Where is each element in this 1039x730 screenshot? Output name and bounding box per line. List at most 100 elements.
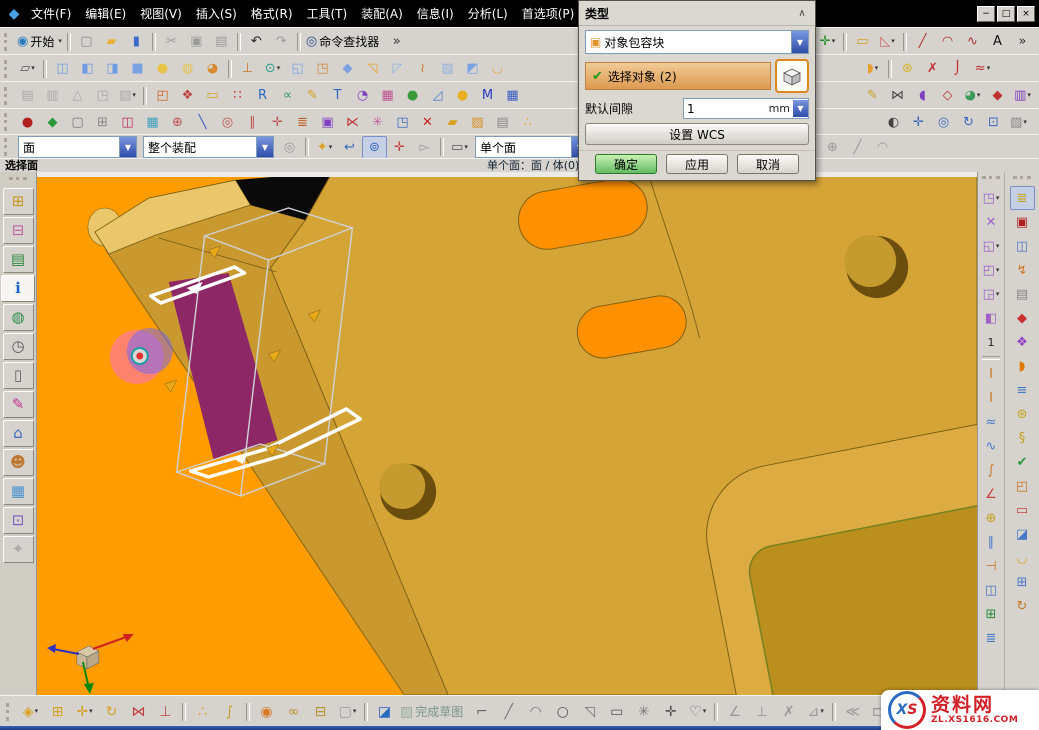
wireframe-icon[interactable]: ▧▾ (1006, 111, 1031, 134)
selection-scope-arrow[interactable]: ▼ (256, 137, 273, 157)
ref-set-icon[interactable]: ▢▾ (334, 699, 361, 724)
dim-flat-icon[interactable]: ≈ (979, 410, 1004, 434)
wand-tab[interactable]: ✦ (3, 536, 34, 563)
zoom-icon[interactable]: ◎ (931, 111, 956, 134)
stack-icon[interactable]: ▤ (490, 111, 515, 134)
redo-icon[interactable]: ↷ (269, 30, 294, 53)
sketch-icon[interactable]: ▱▾ (15, 57, 40, 80)
blob-icon[interactable]: ● (450, 84, 475, 107)
curve-s-icon-caret[interactable]: ▾ (987, 65, 991, 72)
measure-ruler-icon[interactable]: ▭ (850, 30, 875, 53)
cross-grid-icon[interactable]: ✛ (265, 111, 290, 134)
document-tab[interactable]: ▯ (3, 362, 34, 389)
copy-icon[interactable]: ▣ (184, 30, 209, 53)
cancel-button[interactable]: 取消 (737, 154, 799, 174)
constraint-perp-icon[interactable]: ⊥ (748, 699, 775, 724)
shell-icon[interactable]: ◹ (360, 57, 385, 80)
unit-dropdown-arrow[interactable]: ▼ (793, 100, 808, 117)
cut-icon[interactable]: ✂ (159, 30, 184, 53)
boss-icon-caret[interactable]: ▾ (277, 65, 281, 72)
group-folder-icon[interactable]: ▰ (440, 111, 465, 134)
emboss-icon[interactable]: ◩ (460, 57, 485, 80)
mate-icon[interactable]: ◫ (115, 111, 140, 134)
palette-icon[interactable]: ▦ (140, 111, 165, 134)
web-browser-tab[interactable]: ⌂ (3, 420, 34, 447)
constraint-navigator-tab[interactable]: ⊟ (3, 217, 34, 244)
menu-item-0[interactable]: 文件(F) (24, 3, 78, 24)
book-icon-caret[interactable]: ▾ (1027, 92, 1031, 99)
parallel-icon[interactable]: ∥ (240, 111, 265, 134)
move-component-icon[interactable]: ↻ (98, 699, 125, 724)
toolbar-grip[interactable] (1013, 176, 1031, 184)
intersect-icon[interactable]: ◆ (335, 57, 360, 80)
constraint-x-icon[interactable]: ✗ (775, 699, 802, 724)
green-diamond-icon[interactable]: ◆ (40, 111, 65, 134)
fold-icon[interactable]: ◰ (1010, 474, 1035, 498)
curve-x-icon[interactable]: ✗ (920, 57, 945, 80)
pads-icon[interactable]: ≣ (1010, 186, 1035, 210)
broom-icon[interactable]: ▨ (465, 111, 490, 134)
menu-item-1[interactable]: 编辑(E) (78, 3, 133, 24)
orange-claw-icon[interactable]: ↻ (1010, 594, 1035, 618)
m-box-icon[interactable]: ▣ (315, 111, 340, 134)
purple-band-icon[interactable]: ◖ (910, 84, 935, 107)
start-button-caret[interactable]: ▾ (58, 38, 62, 45)
pattern-component-icon[interactable]: ∴ (189, 699, 216, 724)
offset-region-icon-caret[interactable]: ▾ (996, 243, 1000, 250)
dots2-icon[interactable]: ∴ (515, 111, 540, 134)
sheet-feature-icon-caret[interactable]: ▾ (875, 65, 879, 72)
window-tab[interactable]: ⊡ (3, 507, 34, 534)
gray-arc-icon[interactable]: ◠ (870, 136, 895, 159)
spline-sketch-icon-caret[interactable]: ▾ (703, 708, 707, 715)
reuse-library-tab[interactable]: ◍ (3, 304, 34, 331)
wireframe-icon-caret[interactable]: ▾ (1023, 119, 1027, 126)
resize-face-icon-caret[interactable]: ▾ (996, 291, 1000, 298)
drafting-icon-3[interactable]: △ (65, 84, 90, 107)
measure-length-icon[interactable]: ▭ (200, 84, 225, 107)
finish-sketch-icon[interactable]: ▨完成草图 (398, 699, 468, 724)
circle-sketch-icon[interactable]: ○ (549, 699, 576, 724)
line-sketch-icon[interactable]: ╱ (495, 699, 522, 724)
grid-color-icon[interactable]: ▦ (375, 84, 400, 107)
point-on-face-icon[interactable]: ✛ (387, 136, 412, 159)
measure-body-icon[interactable]: ∝ (275, 84, 300, 107)
coin-check-icon[interactable]: ⊛ (1010, 402, 1035, 426)
viewport-scene[interactable] (37, 172, 977, 695)
delete-icon[interactable]: ✕ (415, 111, 440, 134)
dim-curve-icon[interactable]: ∿ (979, 434, 1004, 458)
close-button[interactable]: × (1017, 6, 1035, 22)
red-diamond-icon[interactable]: ◆ (985, 84, 1010, 107)
history-tab[interactable]: ◷ (3, 333, 34, 360)
line-tool-icon[interactable]: ╱ (910, 30, 935, 53)
patch-icon[interactable]: ▧ (435, 57, 460, 80)
dim-link-icon[interactable]: ∫ (979, 458, 1004, 482)
pull-face-icon[interactable]: ✕ (979, 210, 1004, 234)
dim-box-icon[interactable]: ◫ (979, 578, 1004, 602)
type-filter-dropdown[interactable]: 面 ▼ (18, 136, 137, 158)
menu-item-5[interactable]: 工具(T) (300, 3, 355, 24)
calculator-icon[interactable]: ▦ (500, 84, 525, 107)
white-cube-icon[interactable]: ▢ (65, 111, 90, 134)
menu-item-2[interactable]: 视图(V) (133, 3, 189, 24)
keyway-icon[interactable]: ⊛ (895, 57, 920, 80)
fillet-sketch-icon[interactable]: ◹ (576, 699, 603, 724)
extrude-icon[interactable]: ◧ (75, 57, 100, 80)
find-in-assembly-icon[interactable]: ◎ (277, 136, 302, 159)
view-triad-icon-caret[interactable]: ▾ (832, 38, 836, 45)
drafting-icon-4[interactable]: ◳ (90, 84, 115, 107)
curve-s-icon[interactable]: ≈▾ (970, 57, 995, 80)
layers-icon[interactable]: ≣ (290, 111, 315, 134)
sketch-badge-icon[interactable]: ◪ (371, 699, 398, 724)
point-list-icon[interactable]: ∷ (225, 84, 250, 107)
dim-mid-icon[interactable]: ⊣ (979, 554, 1004, 578)
green-check-icon[interactable]: ✔ (1010, 450, 1035, 474)
text-box-icon[interactable]: T (325, 84, 350, 107)
sketch-icon-caret[interactable]: ▾ (31, 65, 35, 72)
blue-cubes-icon[interactable]: ⊞ (1010, 570, 1035, 594)
replace-face-icon[interactable]: ◰▾ (979, 258, 1004, 282)
assembly-navigator-tab[interactable]: ⊞ (3, 188, 34, 215)
bend-icon[interactable]: ◡ (485, 57, 510, 80)
mirror-assembly-icon[interactable]: ⋈ (125, 699, 152, 724)
purple-grid-icon[interactable]: ❖ (1010, 330, 1035, 354)
dim-sym-icon[interactable]: ⊕ (979, 506, 1004, 530)
